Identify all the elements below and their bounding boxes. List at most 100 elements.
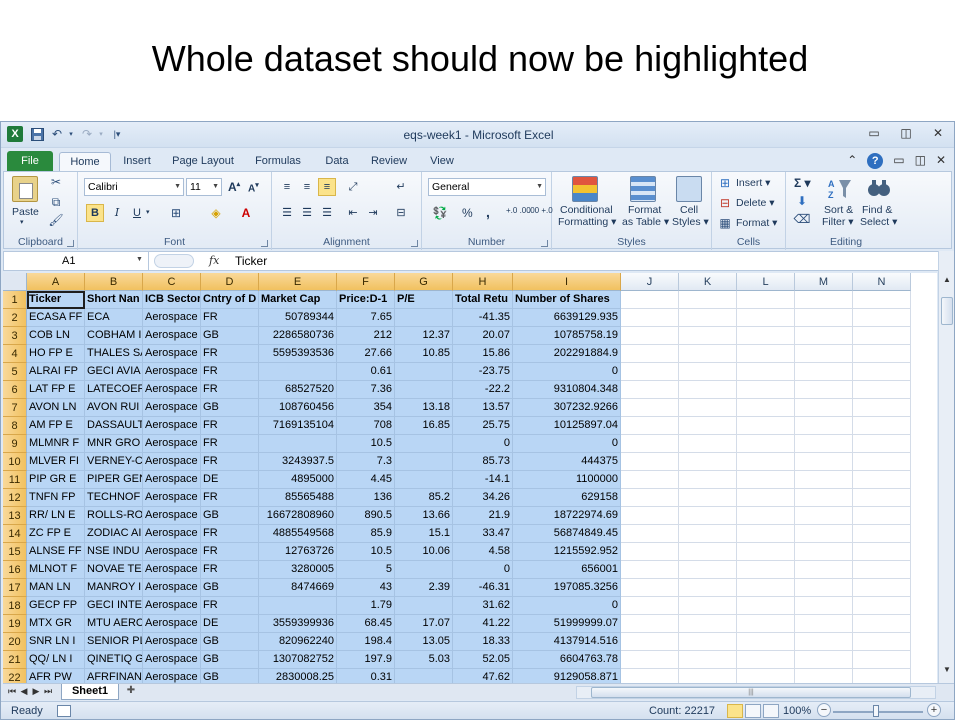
- row-header[interactable]: 19: [3, 615, 27, 633]
- table-cell[interactable]: [395, 381, 453, 399]
- table-cell[interactable]: GB: [201, 579, 259, 597]
- table-cell[interactable]: [621, 309, 679, 327]
- find-select-label[interactable]: Find &: [862, 204, 892, 216]
- table-cell[interactable]: [853, 471, 911, 489]
- table-cell[interactable]: SENIOR PL: [85, 633, 143, 651]
- table-cell[interactable]: 2830008.25: [259, 669, 337, 683]
- table-cell[interactable]: 47.62: [453, 669, 513, 683]
- restore-workbook-icon[interactable]: ◫: [915, 153, 926, 169]
- table-cell[interactable]: 4.58: [453, 543, 513, 561]
- table-cell[interactable]: [795, 651, 853, 669]
- table-cell[interactable]: 354: [337, 399, 395, 417]
- table-cell[interactable]: [737, 399, 795, 417]
- table-cell[interactable]: GECI INTE: [85, 597, 143, 615]
- font-size-select[interactable]: 11 ▼: [186, 178, 222, 196]
- table-cell[interactable]: Aerospace: [143, 381, 201, 399]
- table-cell[interactable]: [737, 363, 795, 381]
- table-cell[interactable]: [795, 579, 853, 597]
- table-cell[interactable]: [621, 363, 679, 381]
- column-header[interactable]: D: [201, 273, 259, 291]
- table-cell[interactable]: 10125897.04: [513, 417, 621, 435]
- table-cell[interactable]: 85565488: [259, 489, 337, 507]
- table-cell[interactable]: LATECOER: [85, 381, 143, 399]
- table-cell[interactable]: NSE INDU: [85, 543, 143, 561]
- sort-filter-icon[interactable]: AZ: [826, 176, 852, 202]
- name-box-dropdown-icon[interactable]: ▼: [136, 256, 143, 263]
- table-cell[interactable]: [795, 381, 853, 399]
- table-cell[interactable]: 50789344: [259, 309, 337, 327]
- header-cell[interactable]: Market Cap: [259, 291, 337, 309]
- tab-file[interactable]: File: [7, 151, 53, 171]
- horizontal-scrollbar[interactable]: |||: [576, 686, 936, 699]
- autosum-button[interactable]: Σ ▾: [794, 176, 811, 190]
- table-cell[interactable]: SNR LN I: [27, 633, 85, 651]
- table-cell[interactable]: THALES SA: [85, 345, 143, 363]
- table-cell[interactable]: 136: [337, 489, 395, 507]
- name-box[interactable]: A1: [4, 252, 149, 270]
- table-cell[interactable]: Aerospace: [143, 327, 201, 345]
- table-cell[interactable]: 9310804.348: [513, 381, 621, 399]
- font-color-icon[interactable]: A: [238, 205, 254, 221]
- table-cell[interactable]: 51999999.07: [513, 615, 621, 633]
- table-cell[interactable]: 1.79: [337, 597, 395, 615]
- table-cell[interactable]: 20.07: [453, 327, 513, 345]
- table-cell[interactable]: 0: [453, 561, 513, 579]
- header-cell[interactable]: [737, 291, 795, 309]
- table-cell[interactable]: [679, 471, 737, 489]
- align-bottom-icon[interactable]: ≡: [318, 178, 336, 196]
- table-cell[interactable]: 16.85: [395, 417, 453, 435]
- table-cell[interactable]: 1307082752: [259, 651, 337, 669]
- table-cell[interactable]: TECHNOF: [85, 489, 143, 507]
- table-cell[interactable]: PIPER GEN: [85, 471, 143, 489]
- find-select-label-2[interactable]: Select ▾: [860, 216, 897, 228]
- clear-icon[interactable]: ⌫: [794, 212, 811, 226]
- table-cell[interactable]: [679, 417, 737, 435]
- table-cell[interactable]: [853, 507, 911, 525]
- table-cell[interactable]: [621, 669, 679, 683]
- tab-view[interactable]: View: [423, 152, 461, 172]
- cell-styles-label[interactable]: Cell: [680, 204, 698, 216]
- table-cell[interactable]: GB: [201, 507, 259, 525]
- table-cell[interactable]: 8474669: [259, 579, 337, 597]
- column-header[interactable]: B: [85, 273, 143, 291]
- zoom-level[interactable]: 100%: [783, 705, 811, 717]
- zoom-in-icon[interactable]: +: [927, 703, 941, 717]
- table-cell[interactable]: [737, 489, 795, 507]
- table-cell[interactable]: Aerospace: [143, 525, 201, 543]
- table-cell[interactable]: 4.45: [337, 471, 395, 489]
- table-cell[interactable]: [679, 597, 737, 615]
- tab-data[interactable]: Data: [317, 152, 357, 172]
- column-header[interactable]: F: [337, 273, 395, 291]
- table-cell[interactable]: [853, 489, 911, 507]
- table-cell[interactable]: [395, 363, 453, 381]
- table-cell[interactable]: ECASA FF: [27, 309, 85, 327]
- table-cell[interactable]: TNFN FP: [27, 489, 85, 507]
- table-cell[interactable]: [621, 327, 679, 345]
- minimize-workbook-icon[interactable]: ▭: [893, 153, 904, 169]
- table-cell[interactable]: FR: [201, 309, 259, 327]
- minimize-button[interactable]: ▭: [863, 126, 885, 142]
- increase-indent-icon[interactable]: ⇥: [364, 204, 382, 222]
- table-cell[interactable]: 890.5: [337, 507, 395, 525]
- table-cell[interactable]: Aerospace: [143, 633, 201, 651]
- table-cell[interactable]: [679, 363, 737, 381]
- table-cell[interactable]: 10785758.19: [513, 327, 621, 345]
- insert-sheet-icon[interactable]: ✚: [122, 685, 140, 699]
- table-cell[interactable]: MTX GR: [27, 615, 85, 633]
- alignment-launcher-icon[interactable]: [411, 240, 418, 247]
- align-center-icon[interactable]: ☰: [298, 204, 316, 222]
- table-cell[interactable]: Aerospace: [143, 489, 201, 507]
- table-cell[interactable]: [621, 471, 679, 489]
- table-cell[interactable]: 7.3: [337, 453, 395, 471]
- table-cell[interactable]: [621, 435, 679, 453]
- table-cell[interactable]: 17.07: [395, 615, 453, 633]
- table-cell[interactable]: 108760456: [259, 399, 337, 417]
- table-cell[interactable]: [679, 507, 737, 525]
- table-cell[interactable]: [853, 381, 911, 399]
- table-cell[interactable]: Aerospace: [143, 669, 201, 683]
- table-cell[interactable]: [853, 597, 911, 615]
- table-cell[interactable]: COB LN: [27, 327, 85, 345]
- table-cell[interactable]: [795, 597, 853, 615]
- table-cell[interactable]: MTU AERC: [85, 615, 143, 633]
- table-cell[interactable]: Aerospace: [143, 597, 201, 615]
